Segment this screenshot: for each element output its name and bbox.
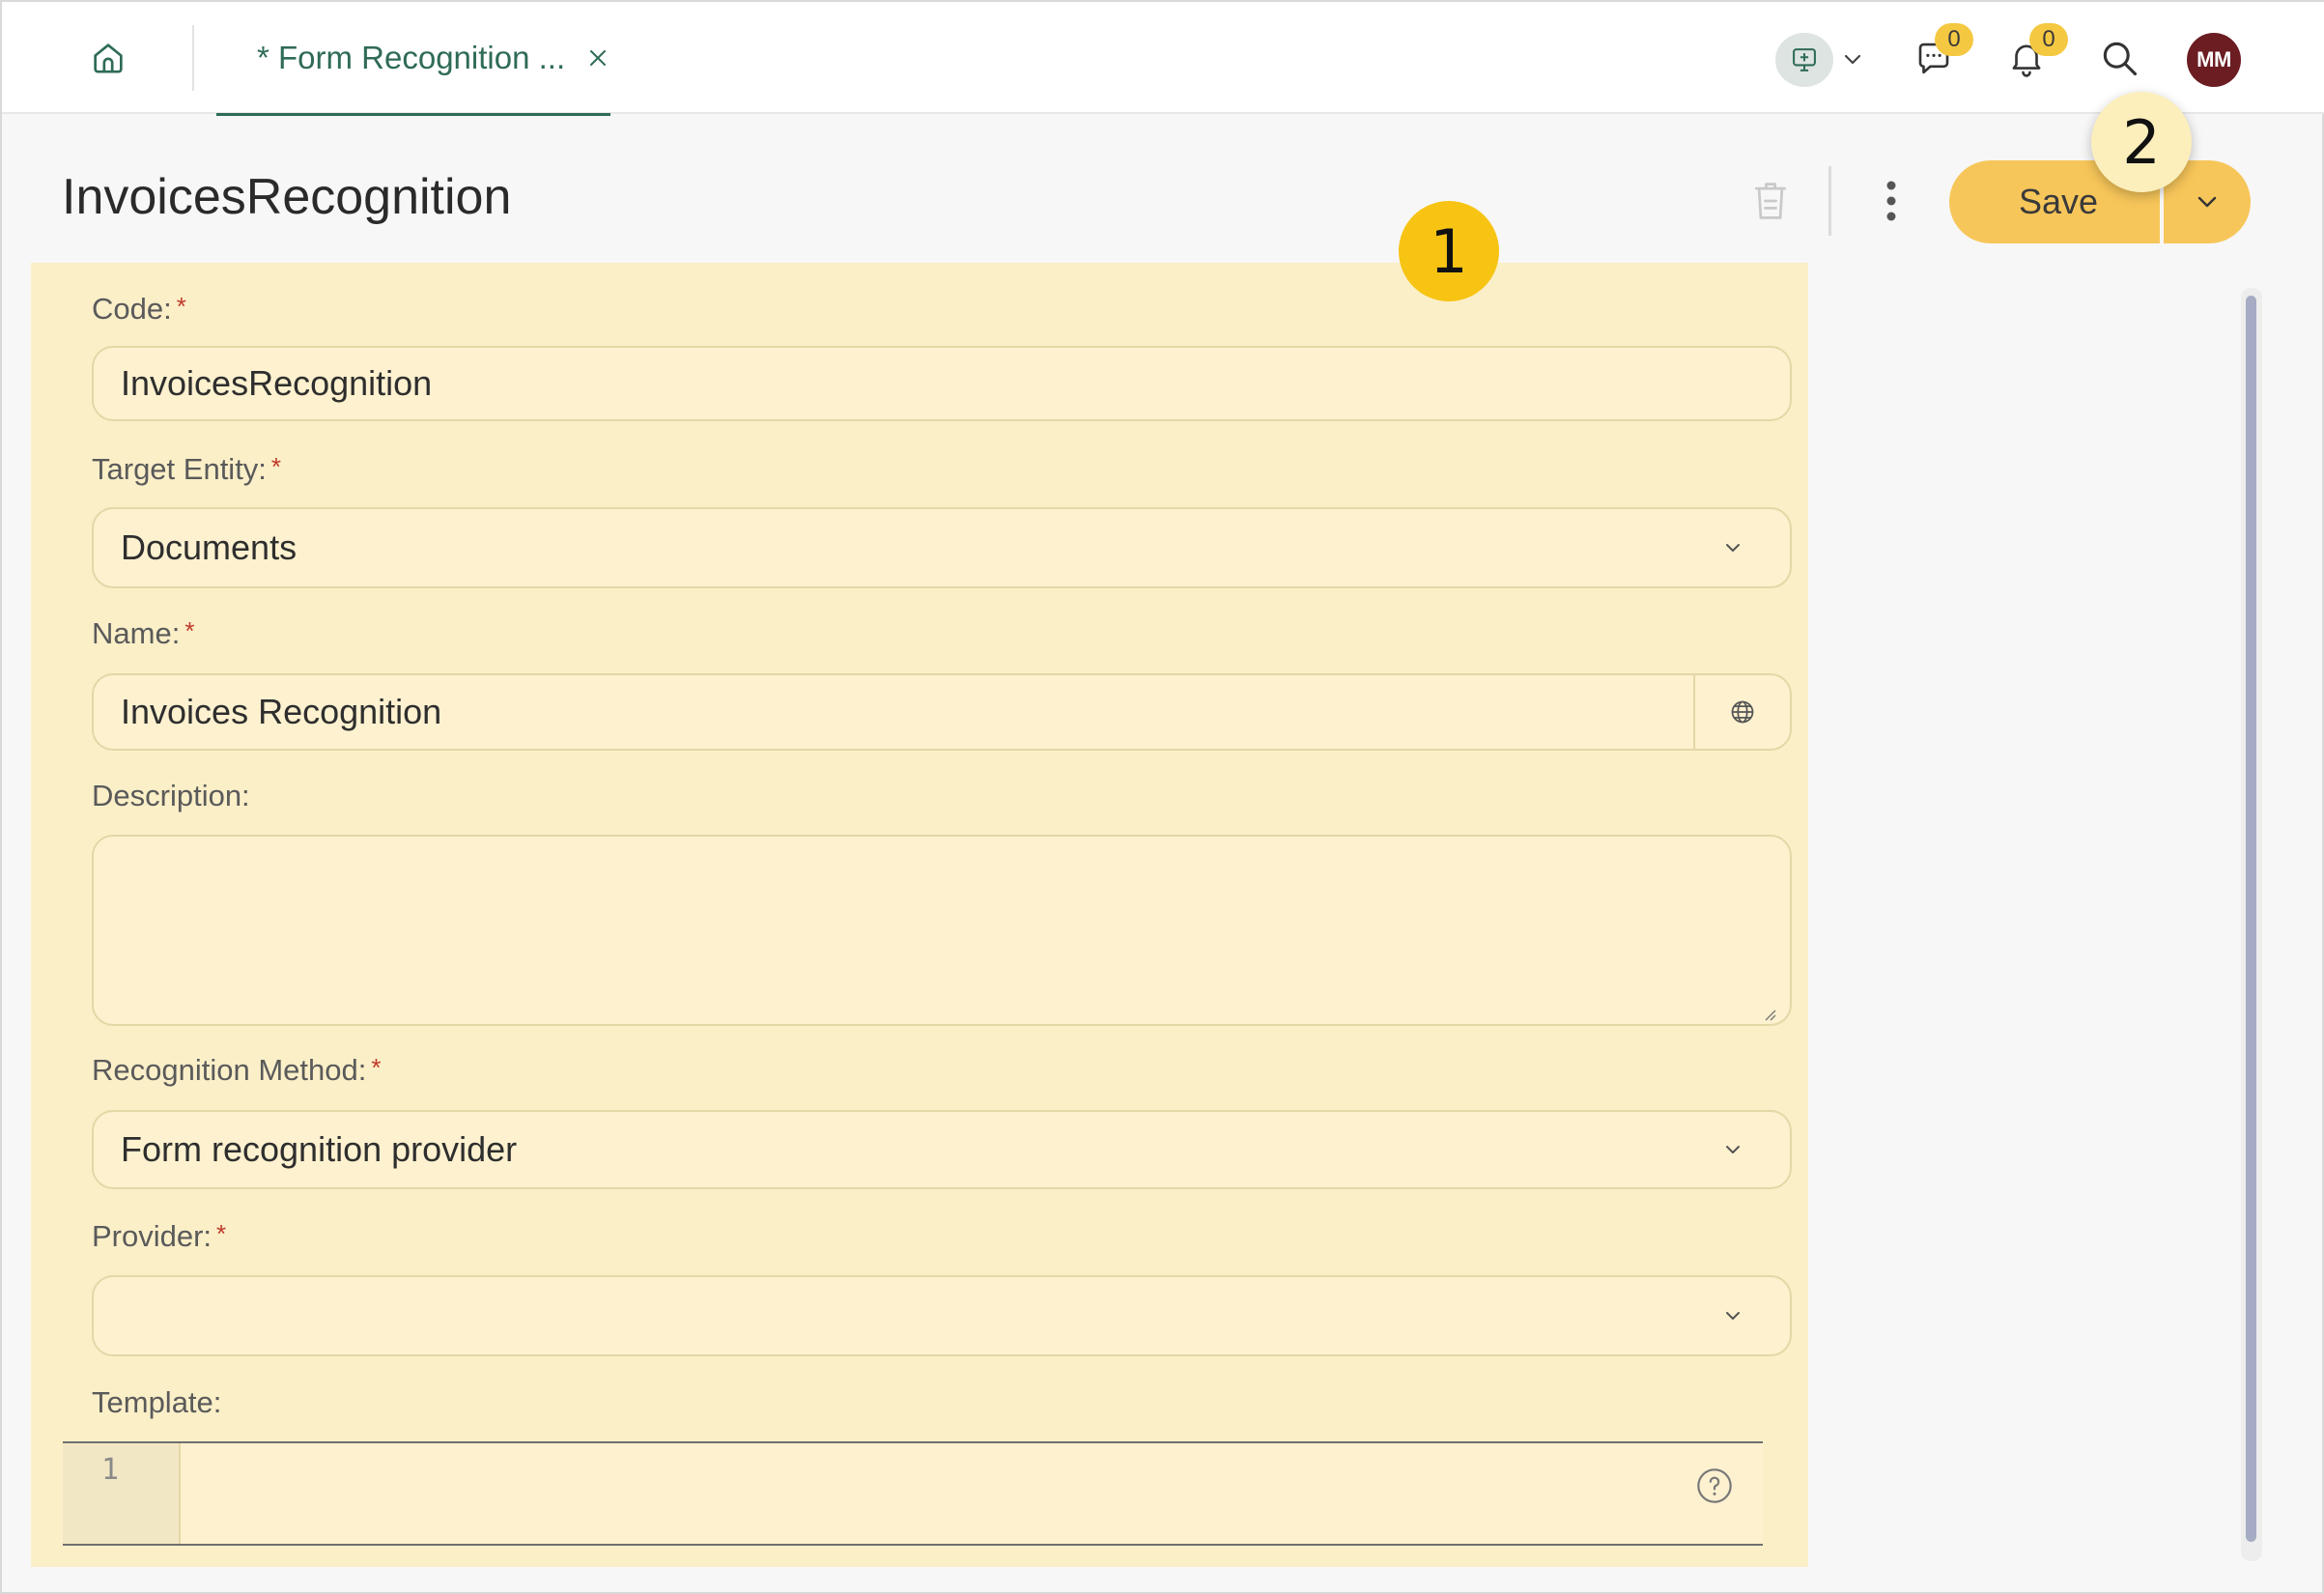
agent-dropdown-chevron-icon[interactable]: [1840, 48, 1865, 70]
target-entity-label-text: Target Entity:: [92, 452, 267, 486]
code-label-text: Code:: [92, 292, 172, 326]
template-code-editor[interactable]: 1: [63, 1441, 1763, 1546]
line-number: 1: [101, 1453, 120, 1487]
home-button[interactable]: [79, 29, 137, 87]
notification-count-badge: 0: [2029, 23, 2068, 56]
tab-label: * Form Recognition ...: [257, 39, 566, 75]
recognition-method-label: Recognition Method: *: [92, 1053, 381, 1088]
delete-button[interactable]: [1746, 176, 1795, 226]
provider-label: Provider: *: [92, 1219, 226, 1254]
recognition-method-select[interactable]: Form recognition provider: [92, 1110, 1792, 1189]
app-window: * Form Recognition ... 0 0 MM InvoicesRe…: [0, 0, 2324, 1594]
search-icon: [2103, 42, 2138, 76]
help-icon: [1697, 1468, 1732, 1503]
required-mark: *: [184, 616, 195, 645]
agent-button[interactable]: [1775, 33, 1833, 87]
topbar-divider: [192, 25, 194, 91]
header-divider: [1828, 166, 1831, 236]
annotation-callout-2: 2: [2091, 92, 2192, 192]
recognition-method-value: Form recognition provider: [121, 1129, 518, 1169]
tab-form-recognition[interactable]: * Form Recognition ...: [216, 2, 610, 116]
annotation-callout-1: 1: [1399, 201, 1499, 301]
template-label: Template:: [92, 1385, 222, 1419]
required-mark: *: [371, 1053, 382, 1082]
globe-icon: [1731, 700, 1754, 724]
required-mark: *: [176, 292, 186, 321]
agent-icon: [1793, 48, 1816, 71]
name-input[interactable]: Invoices Recognition: [92, 673, 1792, 751]
top-bar: * Form Recognition ... 0 0 MM: [2, 2, 2324, 116]
required-mark: *: [216, 1219, 227, 1248]
chevron-down-icon: [1726, 544, 1740, 552]
chevron-down-icon: [1726, 1146, 1740, 1153]
description-textarea[interactable]: [92, 835, 1792, 1026]
page-title: InvoicesRecognition: [62, 169, 512, 225]
chevron-down-icon: [1726, 1312, 1740, 1320]
form-panel: Code: * InvoicesRecognition Target Entity…: [31, 263, 1808, 1567]
resize-handle-icon[interactable]: [1762, 1007, 1777, 1022]
name-label-text: Name:: [92, 616, 181, 650]
page-scrollbar[interactable]: [2241, 288, 2262, 1561]
scrollbar-thumb[interactable]: [2246, 296, 2256, 1542]
provider-label-text: Provider:: [92, 1219, 213, 1253]
more-actions-button[interactable]: [1872, 176, 1911, 226]
chat-count-badge: 0: [1935, 23, 1973, 56]
editor-gutter: 1: [63, 1443, 181, 1544]
name-label: Name: *: [92, 616, 194, 651]
code-input[interactable]: InvoicesRecognition: [92, 346, 1792, 421]
home-icon: [94, 43, 123, 73]
target-entity-value: Documents: [121, 527, 298, 567]
name-value: Invoices Recognition: [121, 692, 442, 731]
target-entity-label: Target Entity: *: [92, 452, 281, 487]
template-help-button[interactable]: [1695, 1466, 1734, 1505]
recognition-method-label-text: Recognition Method:: [92, 1053, 367, 1087]
close-icon: [590, 49, 607, 66]
chevron-down-icon: [2197, 196, 2217, 208]
kebab-menu-icon: [1886, 181, 1896, 221]
code-label: Code: *: [92, 292, 186, 327]
translations-button[interactable]: [1693, 675, 1790, 749]
target-entity-select[interactable]: Documents: [92, 507, 1792, 588]
tab-close-button[interactable]: [586, 46, 609, 70]
provider-select[interactable]: [92, 1275, 1792, 1356]
user-avatar[interactable]: MM: [2187, 33, 2241, 87]
trash-icon: [1754, 183, 1787, 219]
required-mark: *: [270, 452, 282, 481]
description-label: Description:: [92, 779, 250, 812]
search-button[interactable]: [2092, 31, 2146, 85]
